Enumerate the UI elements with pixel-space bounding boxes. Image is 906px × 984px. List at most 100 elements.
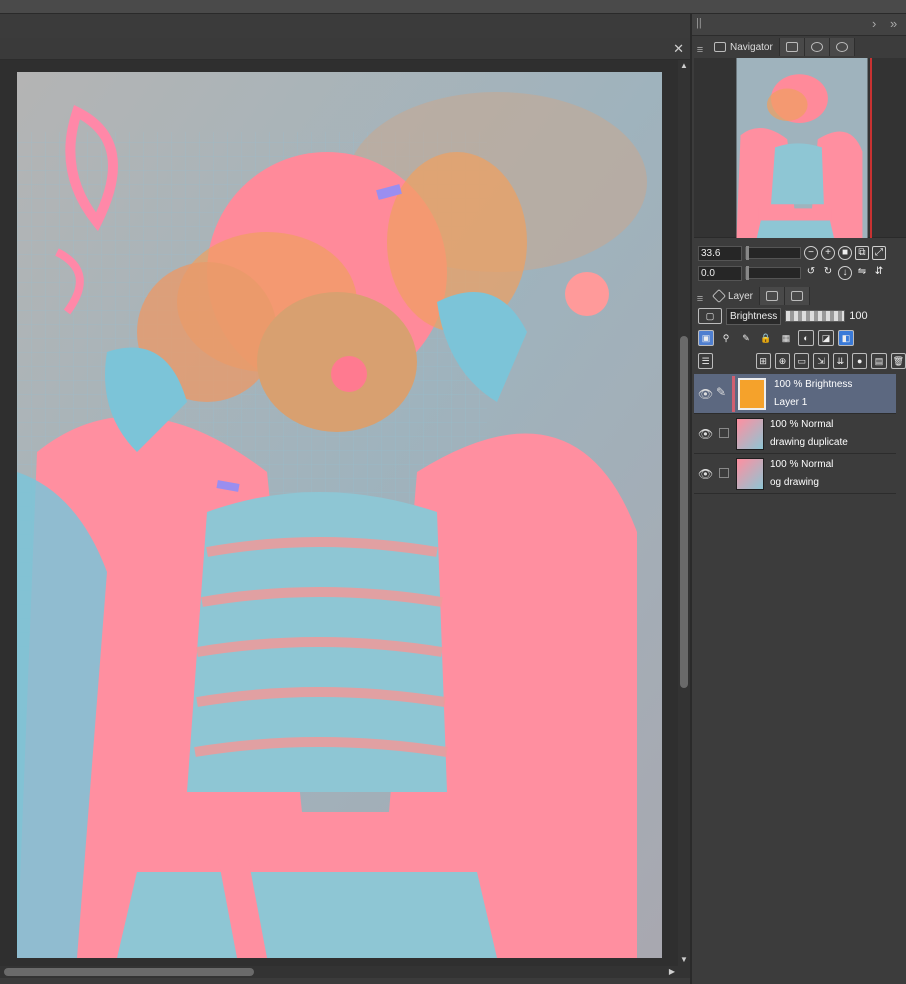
layer-list: 👁 ✎ 100 % Brightness Layer 1 👁 100 % Nor… bbox=[694, 374, 896, 494]
property-icon bbox=[791, 291, 804, 301]
panel-header: || › » bbox=[692, 14, 906, 36]
apply-mask-icon[interactable]: ▤ bbox=[871, 353, 887, 369]
layer-row-brightness[interactable]: 👁 ✎ 100 % Brightness Layer 1 bbox=[694, 374, 896, 414]
clip-icon[interactable]: ▣ bbox=[698, 330, 714, 346]
create-mask-icon[interactable]: ● bbox=[852, 353, 868, 369]
rotation-slider[interactable] bbox=[745, 266, 801, 280]
zoom-row: 33.6 − + ■ ⧉ ⤢ bbox=[698, 244, 906, 262]
scroll-down-icon[interactable]: ▼ bbox=[678, 954, 690, 966]
new-folder-icon[interactable]: ▭ bbox=[794, 353, 810, 369]
layer-menu-icon[interactable]: ≡ bbox=[692, 293, 708, 305]
layer-mode: 100 % Brightness bbox=[774, 379, 853, 390]
pen-icon: ✎ bbox=[716, 385, 727, 399]
scroll-right-icon[interactable]: ▶ bbox=[666, 966, 678, 978]
layer-color-icon[interactable]: ▢ bbox=[698, 308, 722, 324]
info-icon bbox=[835, 42, 848, 52]
menu-icon[interactable]: ≡ bbox=[692, 44, 708, 56]
trash-icon[interactable]: 🗑 bbox=[890, 353, 906, 369]
navigator-preview[interactable] bbox=[694, 58, 906, 238]
lock-checkbox[interactable] bbox=[719, 428, 729, 438]
layer-name[interactable]: og drawing bbox=[770, 477, 819, 488]
layer-name[interactable]: drawing duplicate bbox=[770, 437, 848, 448]
eye-icon[interactable]: 👁 bbox=[698, 427, 713, 441]
layer-mode: 100 % Normal bbox=[770, 459, 834, 470]
lock-transparent-icon[interactable]: ▦ bbox=[778, 330, 794, 346]
tab-layer[interactable]: Layer bbox=[708, 287, 761, 305]
rotate-row: 0.0 ↺ ↻ ↓ ⇋ ⇵ bbox=[698, 264, 906, 282]
close-icon[interactable]: ✕ bbox=[673, 41, 684, 57]
vertical-scroll-thumb[interactable] bbox=[680, 336, 688, 688]
search-icon bbox=[810, 42, 823, 52]
zoom-out-icon[interactable]: − bbox=[804, 246, 818, 260]
tab-search[interactable] bbox=[804, 38, 830, 56]
layer-name[interactable]: Layer 1 bbox=[774, 397, 807, 408]
zoom-slider-knob[interactable] bbox=[746, 246, 749, 260]
layers-icon bbox=[711, 288, 727, 304]
layer-panel-settings-icon[interactable]: ☰ bbox=[698, 353, 714, 369]
actual-size-icon[interactable]: ⧉ bbox=[855, 246, 869, 260]
layer-mode: 100 % Normal bbox=[770, 419, 834, 430]
rotate-right-icon[interactable]: ↻ bbox=[821, 266, 835, 280]
fit-icon[interactable]: ■ bbox=[838, 246, 852, 260]
rotation-field[interactable]: 0.0 bbox=[698, 265, 742, 281]
lock-icon[interactable]: 🔒 bbox=[758, 330, 774, 346]
opacity-value[interactable]: 100 bbox=[849, 310, 867, 322]
reference-layer-icon[interactable]: ⚲ bbox=[718, 330, 734, 346]
canvas-tab-bar: ✕ bbox=[0, 38, 690, 60]
tab-info[interactable] bbox=[829, 38, 855, 56]
artwork-canvas[interactable] bbox=[17, 72, 662, 958]
reset-rotation-icon[interactable]: ↓ bbox=[838, 266, 852, 280]
mask-icon[interactable]: ◐ bbox=[798, 330, 814, 346]
double-chevron-icon[interactable]: » bbox=[890, 16, 897, 31]
subview-icon bbox=[785, 42, 798, 52]
lock-checkbox[interactable] bbox=[719, 468, 729, 478]
grip-icon: || bbox=[696, 17, 702, 29]
navigator-icon bbox=[714, 42, 726, 52]
chevron-right-icon[interactable]: › bbox=[872, 16, 876, 31]
layer-thumbnail bbox=[738, 378, 766, 410]
navigator-viewport-marker bbox=[870, 58, 872, 238]
tab-navigator-label: Navigator bbox=[730, 41, 773, 53]
layer-thumbnail bbox=[736, 458, 764, 490]
eye-icon[interactable]: 👁 bbox=[698, 387, 713, 401]
scroll-up-icon[interactable]: ▲ bbox=[678, 60, 690, 72]
draft-layer-icon[interactable]: ✎ bbox=[738, 330, 754, 346]
horizontal-scrollbar[interactable]: ▶ bbox=[0, 966, 690, 978]
rotate-left-icon[interactable]: ↺ bbox=[804, 266, 818, 280]
opacity-slider[interactable] bbox=[785, 310, 846, 322]
layer-option-row: ▣ ⚲ ✎ 🔒 ▦ ◐ ◪ ◧ bbox=[694, 328, 906, 348]
zoom-field[interactable]: 33.6 bbox=[698, 245, 742, 261]
navigator-tabs: ≡ Navigator bbox=[692, 36, 906, 56]
merge-down-icon[interactable]: ⇊ bbox=[832, 353, 849, 369]
navigator-thumbnail bbox=[736, 58, 868, 238]
layer-thumbnail bbox=[736, 418, 764, 450]
new-vector-layer-icon[interactable]: ⊕ bbox=[774, 353, 791, 369]
rotation-slider-knob[interactable] bbox=[746, 266, 749, 280]
layer-row-drawing-duplicate[interactable]: 👁 100 % Normal drawing duplicate bbox=[694, 414, 896, 454]
flip-horizontal-icon[interactable]: ⇋ bbox=[855, 266, 869, 280]
eye-icon[interactable]: 👁 bbox=[698, 467, 713, 481]
artwork-illustration bbox=[17, 72, 662, 958]
transfer-down-icon[interactable]: ⇲ bbox=[813, 353, 829, 369]
layer-tabs: ≡ Layer bbox=[692, 285, 906, 305]
layer-color-swatch-icon[interactable]: ◧ bbox=[838, 330, 854, 346]
tab-layer-property[interactable] bbox=[785, 287, 811, 305]
layer-row-og-drawing[interactable]: 👁 100 % Normal og drawing bbox=[694, 454, 896, 494]
right-panel: || › » ≡ Navigator 33.6 − + ■ ⧉ ⤢ 0.0 ↺ … bbox=[690, 14, 906, 984]
zoom-slider[interactable] bbox=[745, 246, 801, 260]
vertical-scrollbar[interactable]: ▲ ▼ bbox=[678, 60, 690, 966]
canvas-area[interactable] bbox=[0, 60, 678, 966]
zoom-in-icon[interactable]: + bbox=[821, 246, 835, 260]
fit-window-icon[interactable]: ⤢ bbox=[872, 246, 886, 260]
tab-navigator[interactable]: Navigator bbox=[708, 38, 780, 56]
flip-vertical-icon[interactable]: ⇵ bbox=[872, 266, 886, 280]
blend-row: ▢ Brightness 100 bbox=[694, 306, 906, 326]
tab-subview[interactable] bbox=[779, 38, 805, 56]
tab-layer-label: Layer bbox=[728, 290, 754, 302]
palette-color-icon[interactable]: ◪ bbox=[818, 330, 834, 346]
top-menu-bar bbox=[0, 0, 906, 14]
horizontal-scroll-thumb[interactable] bbox=[4, 968, 254, 976]
new-raster-layer-icon[interactable]: ⊞ bbox=[755, 353, 771, 369]
tab-history[interactable] bbox=[760, 287, 786, 305]
blend-mode-dropdown[interactable]: Brightness bbox=[726, 307, 782, 325]
